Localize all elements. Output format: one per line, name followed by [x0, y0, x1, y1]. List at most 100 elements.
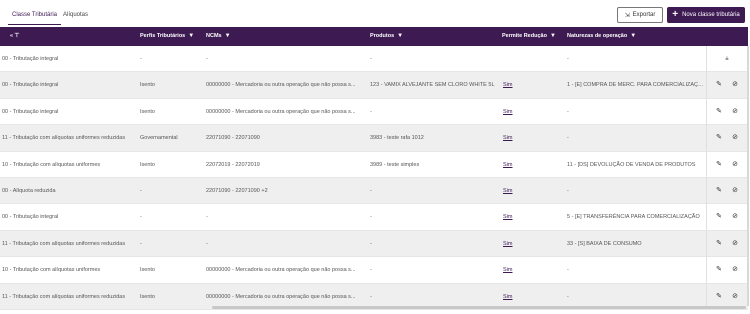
cell-naturezas: 33 - [S] BAIXA DE CONSUMO — [567, 240, 642, 247]
table-row[interactable]: 10 - Tributação com alíquotas uniformes I… — [0, 151, 748, 178]
block-icon[interactable]: ⊘ — [731, 108, 739, 116]
filter-icon[interactable]: ▼ — [550, 27, 556, 46]
tab-classe-tributaria[interactable]: Classe Tributária — [7, 8, 62, 25]
cell-classe: 00 - Tributação integral — [2, 82, 59, 89]
cell-ncms: 00000000 - Mercadoria ou outra operação … — [206, 82, 356, 89]
table-row[interactable]: 11 - Tributação com alíquotas uniformes … — [0, 125, 748, 152]
permite-reducao-link[interactable]: Sim — [503, 241, 512, 247]
edit-icon[interactable]: ✎ — [715, 293, 723, 301]
block-icon[interactable]: ⊘ — [731, 161, 739, 169]
table-header: «⊤ Perfis Tributários ▼ NCMs ▼ Produtos ▼ P… — [0, 27, 748, 46]
lock-icon: 🔒︎ — [725, 56, 729, 62]
cell-naturezas: - — [567, 267, 569, 274]
table-row[interactable]: 10 - Tributação com alíquotas uniformes I… — [0, 257, 748, 284]
vertical-scrollbar[interactable] — [747, 46, 749, 306]
cell-permite-reducao: Sim — [503, 231, 563, 257]
edit-icon[interactable]: ✎ — [715, 161, 723, 169]
cell-permite-reducao: Sim — [503, 152, 563, 178]
edit-icon[interactable]: ✎ — [715, 266, 723, 274]
cell-produtos: 123 - VAMIX ALVEJANTE SEM CLORO WHITE 5L — [370, 82, 495, 89]
header-permite-reducao[interactable]: Permite Redução ▼ — [502, 27, 556, 46]
cell-produtos: 3989 - teste simples — [370, 161, 420, 168]
header-perfis[interactable]: Perfis Tributários ▼ — [140, 27, 194, 46]
block-icon[interactable]: ⊘ — [731, 293, 739, 301]
cell-naturezas: 5 - [E] TRANSFERÊNCIA PARA COMERCIALIZAÇ… — [567, 214, 700, 221]
cell-ncms: 00000000 - Mercadoria ou outra operação … — [206, 108, 356, 115]
cell-classe: 10 - Tributação com alíquotas uniformes — [2, 161, 101, 168]
header-naturezas[interactable]: Naturezas de operação ▼ — [567, 27, 636, 46]
block-icon[interactable]: ⊘ — [731, 266, 739, 274]
permite-reducao-link[interactable]: Sim — [503, 162, 512, 168]
cell-produtos: - — [370, 267, 372, 274]
row-actions: ✎ ⊘ — [706, 230, 748, 257]
table-row[interactable]: 00 - Tributação integral - - - - 🔒︎ — [0, 46, 748, 73]
table-row[interactable]: 00 - Tributação integral Isento 00000000 -… — [0, 98, 748, 126]
row-actions: ✎ ⊘ — [706, 98, 748, 125]
filter-icon[interactable]: ▼ — [630, 27, 636, 46]
collapse-filter-icon[interactable]: «⊤ — [10, 27, 20, 46]
row-actions: ✎ ⊘ — [706, 151, 748, 178]
edit-icon[interactable]: ✎ — [715, 240, 723, 248]
top-bar: Classe Tributária Alíquotas ⇲ Exportar +… — [0, 0, 750, 27]
plus-icon: + — [672, 9, 679, 20]
block-icon[interactable]: ⊘ — [731, 240, 739, 248]
edit-icon[interactable]: ✎ — [715, 108, 723, 116]
cell-ncms: - — [206, 214, 208, 221]
filter-icon[interactable]: ▼ — [225, 27, 231, 46]
cell-ncms: 22071090 - 22071090 +2 — [206, 188, 268, 194]
cell-permite-reducao: Sim — [503, 178, 563, 204]
tab-aliquotas[interactable]: Alíquotas — [63, 8, 88, 22]
edit-icon[interactable]: ✎ — [715, 81, 723, 89]
cell-perfis: Isento — [140, 82, 155, 89]
permite-reducao-link[interactable]: Sim — [503, 214, 512, 220]
cell-perfis: Isento — [140, 293, 155, 300]
cell-naturezas: - — [567, 188, 569, 194]
permite-reducao-link[interactable]: Sim — [503, 294, 512, 300]
cell-classe: 00 - Tributação integral — [2, 108, 59, 115]
header-ncms[interactable]: NCMs ▼ — [206, 27, 231, 46]
filter-icon[interactable]: ▼ — [397, 27, 403, 46]
row-actions: 🔒︎ — [706, 46, 748, 72]
permite-reducao-link[interactable]: Sim — [503, 135, 512, 141]
table-row[interactable]: 00 - Tributação integral Isento 00000000 -… — [0, 72, 748, 99]
filter-icon[interactable]: ▼ — [188, 27, 194, 46]
block-icon[interactable]: ⊘ — [731, 81, 739, 89]
table-row[interactable]: 00 - Alíquota reduzida - 22071090 - 220710… — [0, 178, 748, 205]
cell-classe: 00 - Tributação integral — [2, 214, 59, 221]
cell-permite-reducao: Sim — [503, 99, 563, 125]
table-row[interactable]: 11 - Tributação com alíquotas uniformes … — [0, 230, 748, 258]
horizontal-scrollbar[interactable] — [212, 306, 746, 309]
cell-classe: 11 - Tributação com alíquotas uniformes … — [2, 293, 126, 300]
row-actions: ✎ ⊘ — [706, 72, 748, 99]
cell-permite-reducao: Sim — [503, 125, 563, 151]
edit-icon[interactable]: ✎ — [715, 187, 723, 195]
cell-produtos: - — [370, 188, 372, 194]
cell-permite-reducao: Sim — [503, 257, 563, 283]
block-icon[interactable]: ⊘ — [731, 213, 739, 221]
cell-ncms: 22072019 - 22072019 — [206, 161, 260, 168]
edit-icon[interactable]: ✎ — [715, 134, 723, 142]
cell-naturezas: - — [567, 56, 569, 62]
block-icon[interactable]: ⊘ — [731, 187, 739, 195]
cell-naturezas: - — [567, 108, 569, 115]
new-tax-class-label: Nova classe tributária — [682, 12, 740, 18]
cell-perfis: - — [140, 240, 142, 247]
cell-perfis: - — [140, 56, 142, 62]
permite-reducao-link[interactable]: Sim — [503, 188, 512, 194]
tax-class-table: «⊤ Perfis Tributários ▼ NCMs ▼ Produtos ▼ P… — [0, 27, 748, 314]
row-actions: ✎ ⊘ — [706, 204, 748, 231]
cell-classe: 11 - Tributação com alíquotas uniformes … — [2, 135, 126, 142]
permite-reducao-link[interactable]: Sim — [503, 267, 512, 273]
export-label: Exportar — [632, 12, 656, 18]
header-produtos[interactable]: Produtos ▼ — [370, 27, 403, 46]
cell-perfis: Isento — [140, 161, 155, 168]
permite-reducao-link[interactable]: Sim — [503, 82, 512, 88]
permite-reducao-link[interactable]: Sim — [503, 109, 512, 115]
cell-perfis: Isento — [140, 267, 155, 274]
table-row[interactable]: 00 - Tributação integral - - - Sim 5 - [E] TR… — [0, 204, 748, 231]
new-tax-class-button[interactable]: + Nova classe tributária — [667, 7, 745, 23]
edit-icon[interactable]: ✎ — [715, 213, 723, 221]
export-button[interactable]: ⇲ Exportar — [617, 7, 663, 23]
block-icon[interactable]: ⊘ — [731, 134, 739, 142]
export-icon: ⇲ — [624, 12, 630, 19]
